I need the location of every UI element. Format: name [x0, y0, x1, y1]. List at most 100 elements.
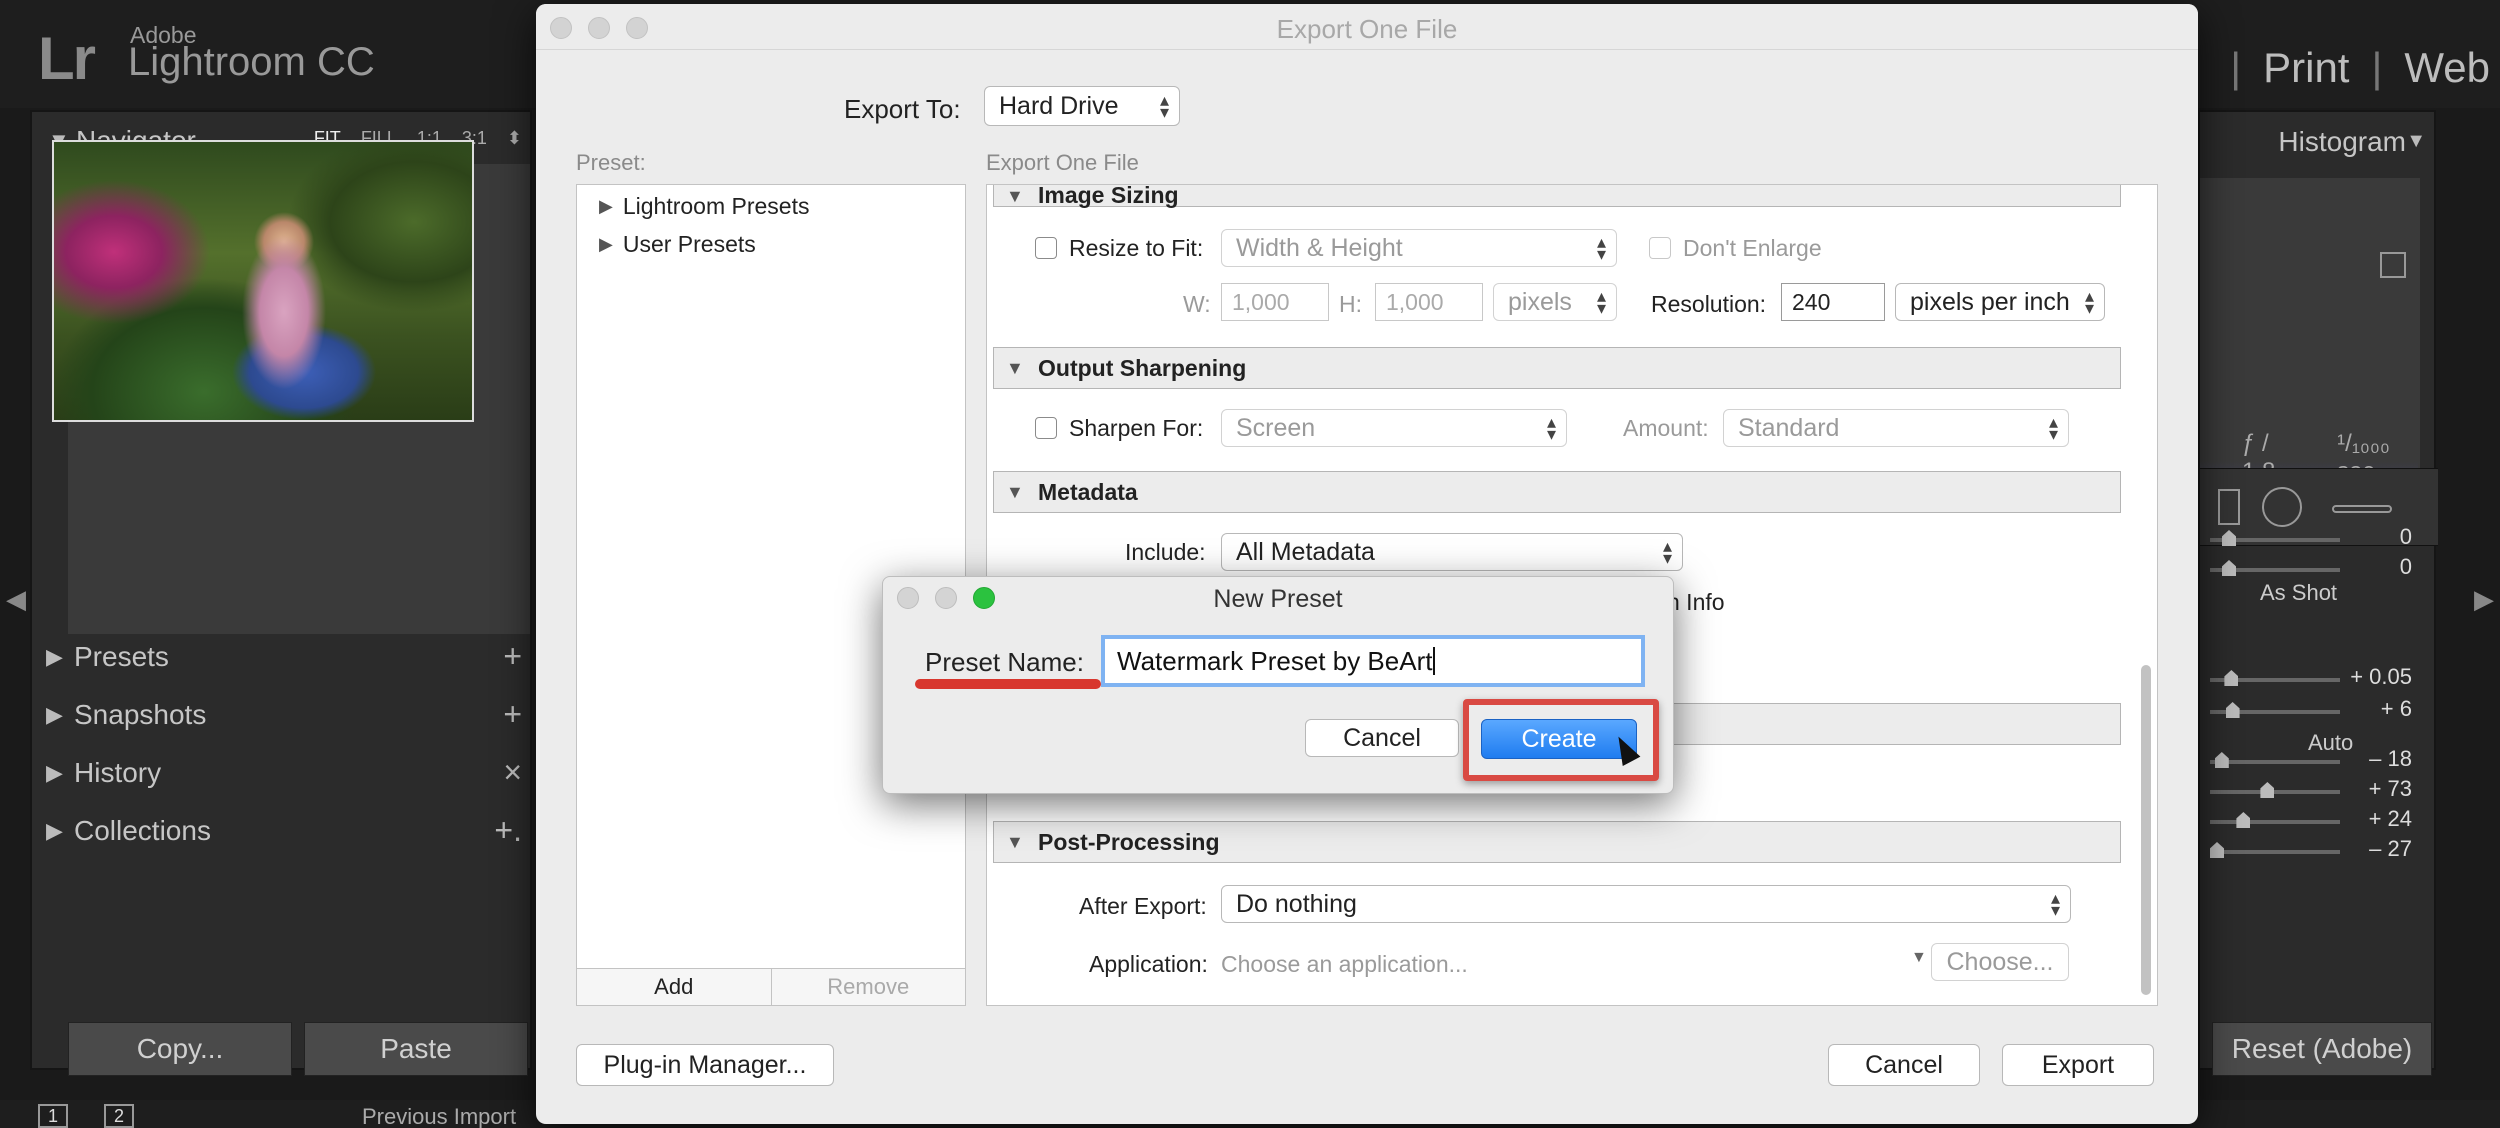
clear-history-icon[interactable]: ×: [503, 754, 522, 791]
histogram-title[interactable]: Histogram: [2278, 126, 2406, 158]
right-panel-toggle-icon[interactable]: ▶: [2474, 584, 2494, 615]
slider-value[interactable]: – 27: [2369, 836, 2412, 862]
export-to-select[interactable]: Hard Drive ▴ ▾: [984, 86, 1180, 126]
width-label: W:: [1183, 291, 1211, 317]
history-panel-header[interactable]: ▶ History ×: [30, 744, 532, 802]
plugin-manager-button[interactable]: Plug-in Manager...: [576, 1044, 834, 1086]
output-sharpening-title: Output Sharpening: [1038, 354, 1247, 381]
choose-application-button[interactable]: Choose...: [1931, 943, 2069, 981]
develop-slider[interactable]: + 73: [2200, 776, 2438, 806]
develop-slider[interactable]: + 24: [2200, 806, 2438, 836]
presets-panel-header[interactable]: ▶ Presets +: [30, 628, 532, 686]
preset-folder-lightroom[interactable]: ▶ Lightroom Presets: [599, 193, 809, 220]
slider-knob[interactable]: [2236, 812, 2251, 828]
left-panel-toggle-icon[interactable]: ◀: [6, 584, 26, 615]
develop-slider[interactable]: 0: [2200, 554, 2438, 584]
slider-value[interactable]: + 24: [2369, 806, 2412, 832]
brush-tool-icon[interactable]: [2332, 505, 2392, 513]
filmstrip-source[interactable]: Previous Import: [362, 1104, 516, 1128]
add-preset-icon[interactable]: +: [503, 638, 522, 675]
application-placeholder[interactable]: Choose an application...: [1221, 951, 1468, 978]
slider-knob[interactable]: [2224, 670, 2239, 686]
slider-knob[interactable]: [2222, 530, 2236, 546]
highlight-clipping-icon[interactable]: [2380, 252, 2406, 278]
width-input[interactable]: 1,000: [1221, 283, 1329, 321]
reset-button[interactable]: Reset (Adobe): [2212, 1022, 2432, 1076]
slider-track[interactable]: [2210, 820, 2340, 824]
module-web[interactable]: Web: [2404, 44, 2490, 92]
resolution-unit-select[interactable]: pixels per inch ▴ ▾: [1895, 283, 2105, 321]
resize-to-fit-checkbox[interactable]: [1035, 237, 1057, 259]
cancel-preset-button[interactable]: Cancel: [1305, 719, 1459, 757]
slider-track[interactable]: [2210, 790, 2340, 794]
slider-knob[interactable]: [2225, 702, 2240, 718]
dont-enlarge-checkbox[interactable]: [1649, 237, 1671, 259]
dont-enlarge-label: Don't Enlarge: [1683, 235, 1822, 261]
copy-settings-button[interactable]: Copy...: [68, 1022, 292, 1076]
preset-name-input[interactable]: Watermark Preset by BeArt: [1101, 635, 1645, 687]
sharpen-for-checkbox[interactable]: [1035, 417, 1057, 439]
after-export-select[interactable]: Do nothing ▴ ▾: [1221, 885, 2071, 923]
module-print[interactable]: Print: [2263, 44, 2349, 92]
add-preset-button[interactable]: Add: [577, 969, 772, 1005]
slider-track[interactable]: [2210, 850, 2340, 854]
resolution-unit-value: pixels per inch: [1910, 287, 2070, 316]
slider-value[interactable]: + 6: [2381, 696, 2412, 722]
slider-knob[interactable]: [2222, 560, 2236, 576]
slider-knob[interactable]: [2260, 782, 2275, 798]
collections-panel-header[interactable]: ▶ Collections +.: [30, 802, 532, 860]
slider-knob[interactable]: [2214, 752, 2229, 768]
add-collection-icon[interactable]: +.: [494, 812, 522, 849]
export-button[interactable]: Export: [2002, 1044, 2154, 1086]
slider-knob[interactable]: [2210, 842, 2224, 858]
slider-value[interactable]: + 73: [2369, 776, 2412, 802]
post-processing-header[interactable]: ▼ Post-Processing: [993, 821, 2121, 863]
disclosure-triangle-icon[interactable]: ▶: [599, 196, 613, 217]
settings-scrollbar[interactable]: [2141, 665, 2151, 995]
collapse-triangle-icon[interactable]: ▼: [2406, 130, 2426, 153]
develop-slider[interactable]: 0: [2200, 524, 2438, 554]
slider-track[interactable]: [2210, 760, 2340, 764]
develop-slider[interactable]: – 27: [2200, 836, 2438, 866]
remove-preset-button[interactable]: Remove: [771, 969, 965, 1005]
develop-slider[interactable]: + 6: [2200, 696, 2438, 726]
develop-slider[interactable]: – 18: [2200, 746, 2438, 776]
paste-settings-button[interactable]: Paste: [304, 1022, 528, 1076]
image-sizing-header[interactable]: ▼ Image Sizing: [993, 185, 2121, 208]
slider-value[interactable]: 0: [2400, 554, 2412, 580]
updown-arrows-icon: ▴ ▾: [1596, 232, 1606, 264]
resize-mode-select[interactable]: Width & Height ▴ ▾: [1221, 229, 1617, 267]
amount-select[interactable]: Standard ▴ ▾: [1723, 409, 2069, 447]
preset-folder-user[interactable]: ▶ User Presets: [599, 231, 756, 258]
sharpen-for-select[interactable]: Screen ▴ ▾: [1221, 409, 1567, 447]
cancel-export-button[interactable]: Cancel: [1828, 1044, 1980, 1086]
secondary-window-1[interactable]: 1: [38, 1104, 68, 1128]
preset-caption: Preset:: [576, 150, 646, 175]
secondary-window-2[interactable]: 2: [104, 1104, 134, 1128]
application-dropdown-icon[interactable]: ▼: [1911, 949, 1927, 967]
collections-panel-title: Collections: [74, 815, 211, 846]
module-picker: | Print | Web: [2230, 44, 2490, 92]
updown-arrows-icon: ▴ ▾: [2084, 286, 2094, 318]
size-unit-select[interactable]: pixels ▴ ▾: [1493, 283, 1617, 321]
snapshots-panel-title: Snapshots: [74, 699, 207, 730]
include-metadata-select[interactable]: All Metadata ▴ ▾: [1221, 533, 1683, 571]
zoom-stepper-icon[interactable]: ⬍: [507, 128, 522, 149]
metadata-header[interactable]: ▼ Metadata: [993, 471, 2121, 513]
snapshots-panel-header[interactable]: ▶ Snapshots +: [30, 686, 532, 744]
output-sharpening-header[interactable]: ▼ Output Sharpening: [993, 347, 2121, 389]
brand-lightroom: Lightroom CC: [128, 40, 375, 84]
disclosure-triangle-icon[interactable]: ▶: [599, 234, 613, 255]
application-label: Application:: [1089, 951, 1208, 977]
resolution-input[interactable]: 240: [1781, 283, 1885, 321]
slider-value[interactable]: 0: [2400, 524, 2412, 550]
slider-value[interactable]: + 0.05: [2350, 664, 2412, 690]
export-to-value: Hard Drive: [999, 91, 1119, 120]
navigator-photo[interactable]: [52, 140, 474, 422]
spot-removal-icon[interactable]: [2262, 487, 2302, 527]
add-snapshot-icon[interactable]: +: [503, 696, 522, 733]
height-input[interactable]: 1,000: [1375, 283, 1483, 321]
crop-tool-icon[interactable]: [2218, 489, 2240, 525]
develop-slider[interactable]: + 0.05: [2200, 664, 2438, 694]
slider-value[interactable]: – 18: [2369, 746, 2412, 772]
